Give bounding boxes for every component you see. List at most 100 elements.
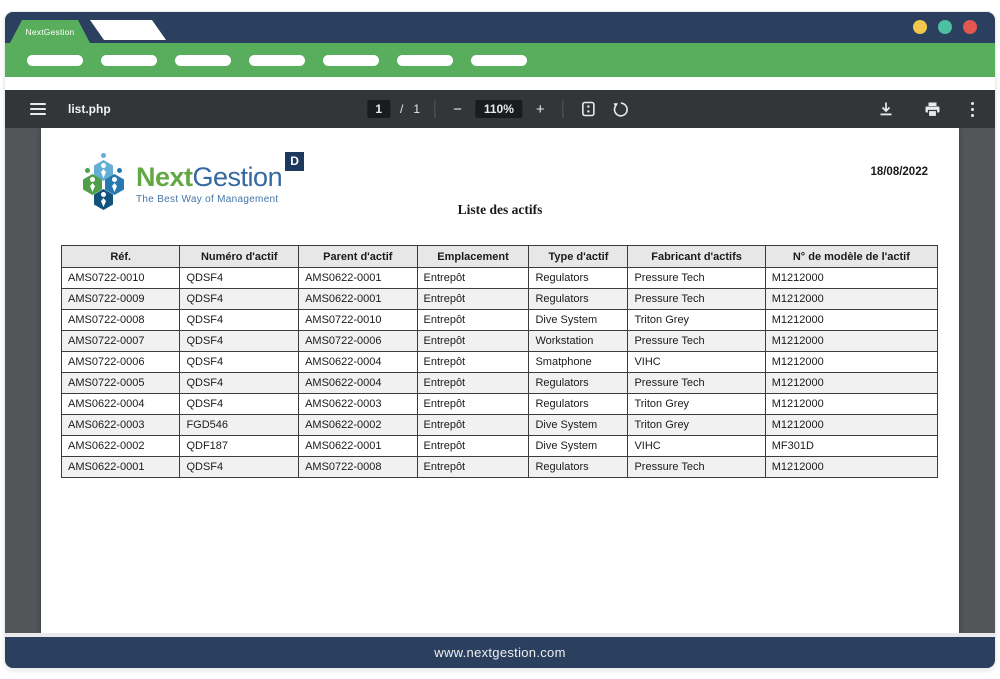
table-cell: M1212000 [765,352,937,373]
window-close-dot[interactable] [963,20,977,34]
table-cell: AMS0622-0004 [299,373,417,394]
table-cell: QDSF4 [180,373,299,394]
table-cell: M1212000 [765,268,937,289]
column-header-asset-type: Type d'actif [529,246,628,268]
table-cell: Entrepôt [417,394,529,415]
column-header-model-number: N° de modèle de l'actif [765,246,937,268]
menu-pill[interactable] [249,55,305,66]
table-cell: Entrepôt [417,373,529,394]
table-cell: Triton Grey [628,310,765,331]
pdf-toolbar: list.php 1 / 1 − 110% + [5,90,995,128]
table-cell: MF301D [765,436,937,457]
menu-icon[interactable] [30,100,46,118]
menu-pill[interactable] [471,55,527,66]
table-cell: M1212000 [765,331,937,352]
table-cell: AMS0622-0002 [299,415,417,436]
table-row: AMS0722-0009QDSF4AMS0622-0001EntrepôtReg… [62,289,938,310]
table-cell: FGD546 [180,415,299,436]
table-cell: Entrepôt [417,268,529,289]
browser-tab-bar: NextGestion [5,12,995,43]
table-cell: AMS0622-0003 [299,394,417,415]
table-cell: Entrepôt [417,436,529,457]
column-header-parent-asset: Parent d'actif [299,246,417,268]
window-maximize-dot[interactable] [938,20,952,34]
table-cell: QDSF4 [180,394,299,415]
column-header-asset-number: Numéro d'actif [180,246,299,268]
site-footer: www.nextgestion.com [5,637,995,668]
table-row: AMS0722-0008QDSF4AMS0722-0010EntrepôtDiv… [62,310,938,331]
table-cell: QDSF4 [180,289,299,310]
toolbar-divider [434,100,435,118]
menu-pill[interactable] [101,55,157,66]
window-minimize-dot[interactable] [913,20,927,34]
column-header-ref: Réf. [62,246,180,268]
table-cell: Workstation [529,331,628,352]
table-cell: M1212000 [765,310,937,331]
table-cell: Pressure Tech [628,268,765,289]
menu-pill[interactable] [27,55,83,66]
table-cell: VIHC [628,352,765,373]
table-cell: Entrepôt [417,310,529,331]
table-cell: QDSF4 [180,352,299,373]
table-cell: QDSF4 [180,310,299,331]
menu-pill[interactable] [323,55,379,66]
more-options-icon[interactable] [968,102,977,117]
table-cell: AMS0622-0001 [299,289,417,310]
table-cell: AMS0622-0002 [62,436,180,457]
document-date: 18/08/2022 [870,166,928,178]
table-row: AMS0722-0007QDSF4AMS0722-0006EntrepôtWor… [62,331,938,352]
table-cell: M1212000 [765,394,937,415]
logo-text: NextGestion The Best Way of Management D [136,164,282,205]
table-cell: QDSF4 [180,268,299,289]
table-row: AMS0722-0005QDSF4AMS0622-0004EntrepôtReg… [62,373,938,394]
asset-table: Réf. Numéro d'actif Parent d'actif Empla… [61,245,938,478]
table-cell: AMS0622-0003 [62,415,180,436]
menu-pill[interactable] [175,55,231,66]
page-number-input[interactable]: 1 [367,100,390,118]
table-cell: Dive System [529,310,628,331]
browser-tab-nextgestion[interactable]: NextGestion [10,20,90,43]
window-controls [913,20,977,34]
table-cell: QDF187 [180,436,299,457]
zoom-in-button[interactable]: + [532,100,549,119]
table-row: AMS0622-0003FGD546AMS0622-0002EntrepôtDi… [62,415,938,436]
page-separator: / [400,102,403,116]
table-cell: VIHC [628,436,765,457]
table-cell: AMS0622-0001 [299,436,417,457]
table-row: AMS0622-0002QDF187AMS0622-0001EntrepôtDi… [62,436,938,457]
table-cell: M1212000 [765,289,937,310]
asset-table-header-row: Réf. Numéro d'actif Parent d'actif Empla… [62,246,938,268]
table-cell: M1212000 [765,415,937,436]
table-row: AMS0622-0001QDSF4AMS0722-0008EntrepôtReg… [62,457,938,478]
table-cell: Regulators [529,373,628,394]
table-cell: Pressure Tech [628,289,765,310]
logo-d-badge-icon: D [285,152,304,171]
table-cell: Entrepôt [417,331,529,352]
table-cell: AMS0722-0010 [299,310,417,331]
table-cell: Triton Grey [628,394,765,415]
table-cell: AMS0722-0008 [62,310,180,331]
table-row: AMS0722-0010QDSF4AMS0622-0001EntrepôtReg… [62,268,938,289]
rotate-icon[interactable] [610,101,633,118]
table-cell: Dive System [529,415,628,436]
table-cell: Pressure Tech [628,457,765,478]
toolbar-divider [563,100,564,118]
zoom-out-button[interactable]: − [449,100,466,119]
pdf-toolbar-right [875,101,977,118]
page-top-gap [5,77,995,90]
table-cell: Dive System [529,436,628,457]
table-cell: Smatphone [529,352,628,373]
table-cell: Entrepôt [417,415,529,436]
table-cell: AMS0622-0004 [299,352,417,373]
asset-table-body: AMS0722-0010QDSF4AMS0622-0001EntrepôtReg… [62,268,938,478]
table-cell: Entrepôt [417,352,529,373]
print-icon[interactable] [921,101,944,118]
browser-tab-blank[interactable] [90,20,166,40]
table-cell: AMS0622-0001 [62,457,180,478]
zoom-level-input[interactable]: 110% [476,100,522,118]
fit-to-page-icon[interactable] [578,101,600,117]
brand-name-second: Gestion [193,162,283,192]
menu-pill[interactable] [397,55,453,66]
table-cell: Entrepôt [417,457,529,478]
download-icon[interactable] [875,101,897,117]
